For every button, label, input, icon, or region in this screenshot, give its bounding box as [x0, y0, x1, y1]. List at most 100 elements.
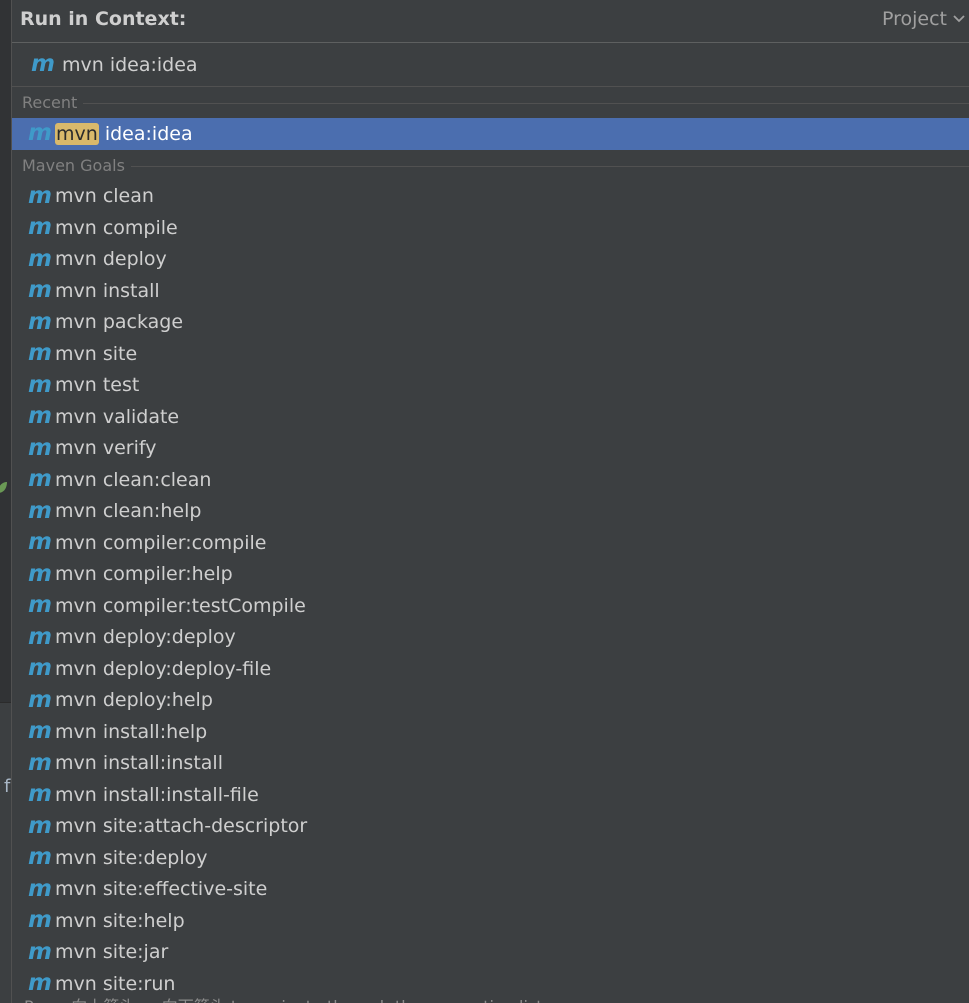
item-label: mvn compiler:testCompile	[55, 594, 306, 617]
match-highlight: mvn	[55, 122, 99, 145]
section-header-maven-goals: Maven Goals	[12, 150, 969, 181]
run-anything-popup: Run in Context: Project m Recent mmvn id…	[11, 0, 969, 1003]
maven-icon: m	[28, 182, 52, 209]
section-label-recent: Recent	[22, 93, 84, 112]
item-label: mvn clean:help	[55, 500, 202, 523]
list-item[interactable]: m mvn compiler:compile	[12, 527, 969, 559]
maven-icon: m	[31, 51, 55, 77]
maven-icon: m	[28, 308, 52, 335]
popup-title: Run in Context:	[20, 8, 187, 30]
maven-icon: m	[28, 340, 52, 367]
section-header-recent: Recent	[12, 87, 969, 118]
maven-icon: m	[28, 277, 52, 304]
list-item[interactable]: m mvn deploy:deploy	[12, 622, 969, 654]
item-label: mvn site:run	[55, 972, 176, 995]
item-label: mvn deploy	[55, 248, 167, 271]
maven-icon: m	[28, 371, 52, 398]
maven-icon: m	[28, 938, 52, 965]
item-label: idea:idea	[98, 122, 193, 145]
list-item[interactable]: m mvn site:help	[12, 905, 969, 937]
maven-icon: m	[28, 403, 52, 430]
list-item[interactable]: m mvn compiler:help	[12, 559, 969, 591]
section-label-maven-goals: Maven Goals	[22, 155, 131, 175]
maven-icon: m	[28, 592, 52, 619]
item-label: mvn deploy:deploy-file	[55, 657, 272, 680]
section-divider	[83, 103, 969, 104]
maven-icon: m	[28, 623, 52, 650]
scope-label: Project	[881, 8, 947, 30]
list-item[interactable]: m mvn site:jar	[12, 937, 969, 969]
maven-icon: m	[28, 214, 52, 241]
item-label: mvn install:help	[55, 720, 208, 743]
maven-icon: m	[28, 120, 52, 147]
maven-icon: m	[28, 686, 52, 713]
item-label: mvn site:help	[55, 909, 185, 932]
list-item[interactable]: m mvn deploy	[12, 244, 969, 276]
search-input[interactable]	[62, 53, 842, 76]
maven-icon: m	[28, 655, 52, 682]
maven-icon: m	[28, 844, 52, 871]
maven-icon: m	[28, 970, 52, 997]
list-item[interactable]: m mvn install:install-file	[12, 779, 969, 811]
footer-hint: Press 向上箭头 or 向下箭头 to navigate through t…	[24, 993, 543, 1003]
list-item[interactable]: m mvn install:install	[12, 748, 969, 780]
item-label: mvn validate	[55, 405, 180, 428]
maven-icon: m	[28, 781, 52, 808]
maven-icon: m	[28, 529, 52, 556]
item-label: mvn deploy:help	[55, 689, 213, 712]
item-label: mvn site	[55, 342, 138, 365]
item-label: mvn site:effective-site	[55, 878, 268, 901]
item-label: mvn compiler:help	[55, 563, 233, 586]
maven-icon: m	[28, 749, 52, 776]
list-item[interactable]: m mvn clean	[12, 181, 969, 213]
item-label: mvn site:jar	[55, 941, 169, 964]
recent-item[interactable]: m mvn idea:idea	[12, 118, 969, 150]
maven-icon: m	[28, 718, 52, 745]
list-item[interactable]: m mvn validate	[12, 401, 969, 433]
list-item[interactable]: m mvn site	[12, 338, 969, 370]
item-label: mvn clean	[55, 185, 154, 208]
item-label: mvn test	[55, 374, 140, 397]
search-row: m	[12, 43, 969, 87]
list-item[interactable]: m mvn clean:help	[12, 496, 969, 528]
item-label: mvn clean:clean	[55, 468, 212, 491]
section-divider	[130, 165, 969, 167]
list-item[interactable]: m mvn compiler:testCompile	[12, 590, 969, 622]
maven-icon: m	[28, 560, 52, 587]
list-item[interactable]: m mvn test	[12, 370, 969, 402]
list-item[interactable]: m mvn install:help	[12, 716, 969, 748]
list-item[interactable]: m mvn compile	[12, 212, 969, 244]
list-item[interactable]: m mvn deploy:deploy-file	[12, 653, 969, 685]
ide-window: f Run in Context: Project m Recent mmvn …	[0, 0, 969, 1003]
leaf-icon	[0, 482, 7, 493]
list-item[interactable]: m mvn verify	[12, 433, 969, 465]
maven-icon: m	[28, 497, 52, 524]
list-item[interactable]: m mvn site:deploy	[12, 842, 969, 874]
maven-icon: m	[28, 812, 52, 839]
chevron-down-icon	[953, 15, 965, 23]
popup-header: Run in Context: Project	[12, 0, 969, 43]
item-label: mvn compiler:compile	[55, 531, 267, 554]
list-item[interactable]: m mvn site:effective-site	[12, 874, 969, 906]
recent-list: m mvn idea:idea	[12, 118, 969, 150]
item-label: mvn install:install	[55, 752, 223, 775]
item-label: mvn site:attach-descriptor	[55, 815, 308, 838]
tool-window-panel	[0, 702, 11, 1003]
item-label: mvn package	[55, 311, 184, 334]
list-item[interactable]: m mvn install	[12, 275, 969, 307]
list-item[interactable]: m mvn deploy:help	[12, 685, 969, 717]
maven-icon: m	[28, 466, 52, 493]
maven-icon: m	[28, 907, 52, 934]
item-label: mvn install:install-file	[55, 783, 259, 806]
item-label: mvn install	[55, 279, 160, 302]
list-item[interactable]: m mvn clean:clean	[12, 464, 969, 496]
maven-icon: m	[28, 875, 52, 902]
scope-selector[interactable]: Project	[882, 8, 965, 30]
maven-icon: m	[28, 434, 52, 461]
background-glyph: f	[4, 776, 11, 797]
item-label: mvn compile	[55, 216, 178, 239]
list-item[interactable]: m mvn package	[12, 307, 969, 339]
maven-icon: m	[28, 245, 52, 272]
list-item[interactable]: m mvn site:attach-descriptor	[12, 811, 969, 843]
maven-goals-list: m mvn clean m mvn compile m mvn deploy m mvn in…	[12, 181, 969, 1000]
